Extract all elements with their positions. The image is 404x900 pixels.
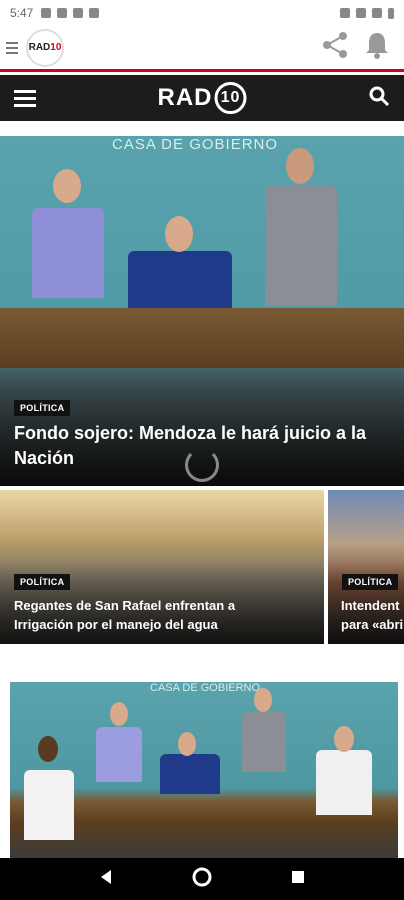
search-icon[interactable] <box>368 85 390 112</box>
hamburger-menu-icon[interactable] <box>14 89 36 107</box>
photo-person-head <box>110 702 128 726</box>
site-logo[interactable]: RAD 10 <box>158 82 247 114</box>
app-logo-text: RAD <box>28 42 51 53</box>
site-logo-text: RAD <box>157 84 213 111</box>
photo-table <box>0 308 404 368</box>
card-title[interactable]: Regantes de San Rafael enfrentan a Irrig… <box>14 596 264 634</box>
photo-person <box>242 712 286 772</box>
photo-person-head <box>38 736 58 762</box>
overflow-menu-icon[interactable] <box>6 41 20 54</box>
android-icon <box>89 8 100 18</box>
status-bar: 5:47 <box>0 0 404 26</box>
notification-icon <box>57 8 68 18</box>
photo-person <box>265 186 337 306</box>
system-status-icons <box>340 7 394 19</box>
status-time: 5:47 <box>10 6 34 20</box>
photo-person-head <box>53 169 81 203</box>
site-logo-number: 10 <box>214 82 247 114</box>
article-photo-backdrop-text: CASA DE GOBIERNO <box>150 682 261 694</box>
site-nav-bar: RAD 10 <box>0 75 404 121</box>
bell-icon[interactable] <box>364 31 390 64</box>
hero-photo-backdrop-text: CASA DE GOBIERNO <box>112 136 279 153</box>
photo-person <box>160 754 220 794</box>
card-title[interactable]: Intendent para «abri <box>341 596 404 634</box>
vibrate-icon <box>340 8 350 18</box>
home-icon[interactable] <box>191 866 213 893</box>
photo-person <box>96 727 142 782</box>
photo-person <box>24 770 74 840</box>
article-card[interactable]: POLÍTICA Regantes de San Rafael enfrenta… <box>0 490 324 644</box>
loading-spinner-icon <box>185 448 219 482</box>
article-card[interactable]: POLÍTICA Intendent para «abri <box>328 490 404 644</box>
hero-category-badge[interactable]: POLÍTICA <box>14 400 71 416</box>
back-icon[interactable] <box>98 869 114 890</box>
app-bar: RAD 10 <box>0 26 404 72</box>
app-logo-number: 10 <box>50 42 62 53</box>
image-icon <box>73 8 84 18</box>
photo-person <box>128 251 232 316</box>
battery-icon <box>388 7 394 19</box>
hero-article[interactable]: CASA DE GOBIERNO POLÍTICA Fondo sojero: … <box>0 136 404 486</box>
card-category-badge[interactable]: POLÍTICA <box>342 574 399 590</box>
photo-person <box>316 750 372 815</box>
photo-person-head <box>286 148 314 184</box>
system-nav-bar <box>0 858 404 900</box>
photo-person-head <box>165 216 193 252</box>
article-photo[interactable]: CASA DE GOBIERNO <box>10 682 398 858</box>
photo-person <box>32 208 104 298</box>
share-icon[interactable] <box>320 30 350 65</box>
photo-person-head <box>178 732 196 756</box>
photo-person-head <box>334 726 354 752</box>
recents-icon[interactable] <box>290 869 306 890</box>
photo-person-head <box>254 688 272 712</box>
card-category-badge[interactable]: POLÍTICA <box>14 574 71 590</box>
app-logo[interactable]: RAD 10 <box>26 28 64 67</box>
notification-icons <box>41 8 100 18</box>
wifi-icon <box>356 8 366 18</box>
signal-icon <box>372 8 382 18</box>
notification-icon <box>41 8 52 18</box>
